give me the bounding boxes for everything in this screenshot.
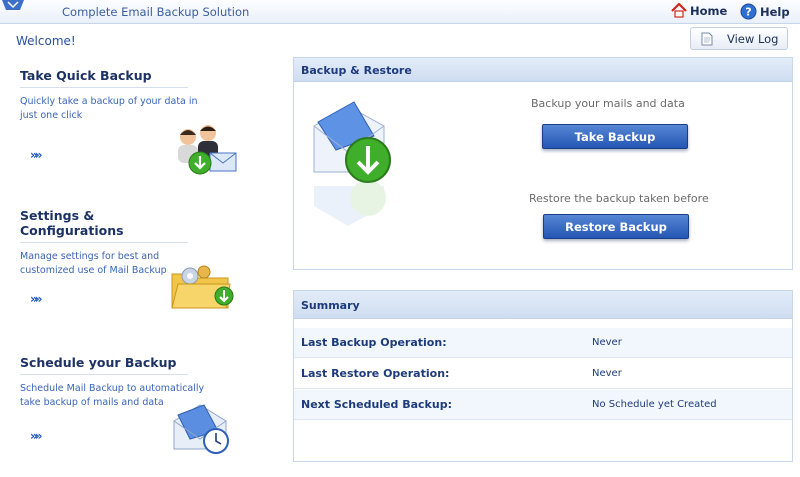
summary-panel: Summary Last Backup Operation: Never Las… [293, 290, 793, 462]
svg-text:?: ? [745, 6, 751, 19]
settings-folder-icon [171, 265, 234, 309]
panel-title: Backup & Restore [294, 58, 792, 82]
document-icon [701, 32, 713, 45]
settings-arrow[interactable]: »» [30, 292, 42, 306]
home-label: Home [690, 3, 728, 18]
backup-restore-panel: Backup & Restore Backup your mails and d… [293, 57, 793, 270]
card-title: Settings & Configurations [20, 208, 188, 243]
backup-description: Backup your mails and data [531, 97, 685, 110]
summary-row: Last Restore Operation: Never [294, 359, 792, 389]
help-icon: ? [740, 3, 757, 20]
restore-backup-button[interactable]: Restore Backup [543, 214, 689, 239]
home-icon [671, 3, 687, 18]
summary-value: Never [592, 368, 622, 379]
summary-row: Next Scheduled Backup: No Schedule yet C… [294, 390, 792, 420]
restore-description: Restore the backup taken before [529, 192, 709, 205]
summary-row: Last Backup Operation: Never [294, 328, 792, 358]
help-label: Help [760, 4, 790, 19]
schedule-card: Schedule your Backup Schedule Mail Backu… [20, 355, 270, 454]
summary-label: Next Scheduled Backup: [301, 398, 452, 411]
schedule-arrow[interactable]: »» [30, 429, 42, 443]
panel-title: Summary [294, 291, 792, 319]
app-logo-icon [2, 0, 24, 10]
summary-value: Never [592, 337, 622, 348]
quick-backup-card: Take Quick Backup Quickly take a backup … [20, 68, 270, 175]
summary-value: No Schedule yet Created [592, 399, 717, 410]
app-header: Complete Email Backup Solution Home ? He… [0, 0, 800, 24]
users-backup-icon [178, 125, 237, 175]
mail-clock-icon [173, 404, 229, 454]
view-log-button[interactable]: View Log [690, 27, 788, 50]
welcome-text: Welcome! [16, 34, 76, 48]
card-description: Quickly take a backup of your data in ju… [20, 96, 198, 121]
help-link[interactable]: ? Help [740, 3, 790, 20]
quick-backup-arrow[interactable]: »» [30, 148, 42, 162]
app-title: Complete Email Backup Solution [62, 5, 250, 19]
summary-label: Last Backup Operation: [301, 336, 447, 349]
card-title: Schedule your Backup [20, 355, 188, 375]
card-title: Take Quick Backup [20, 68, 188, 88]
take-backup-button[interactable]: Take Backup [542, 124, 688, 149]
mail-download-icon [313, 101, 391, 226]
home-link[interactable]: Home [671, 3, 727, 18]
view-log-label: View Log [727, 31, 779, 46]
summary-label: Last Restore Operation: [301, 367, 450, 380]
settings-card: Settings & Configurations Manage setting… [20, 208, 270, 309]
